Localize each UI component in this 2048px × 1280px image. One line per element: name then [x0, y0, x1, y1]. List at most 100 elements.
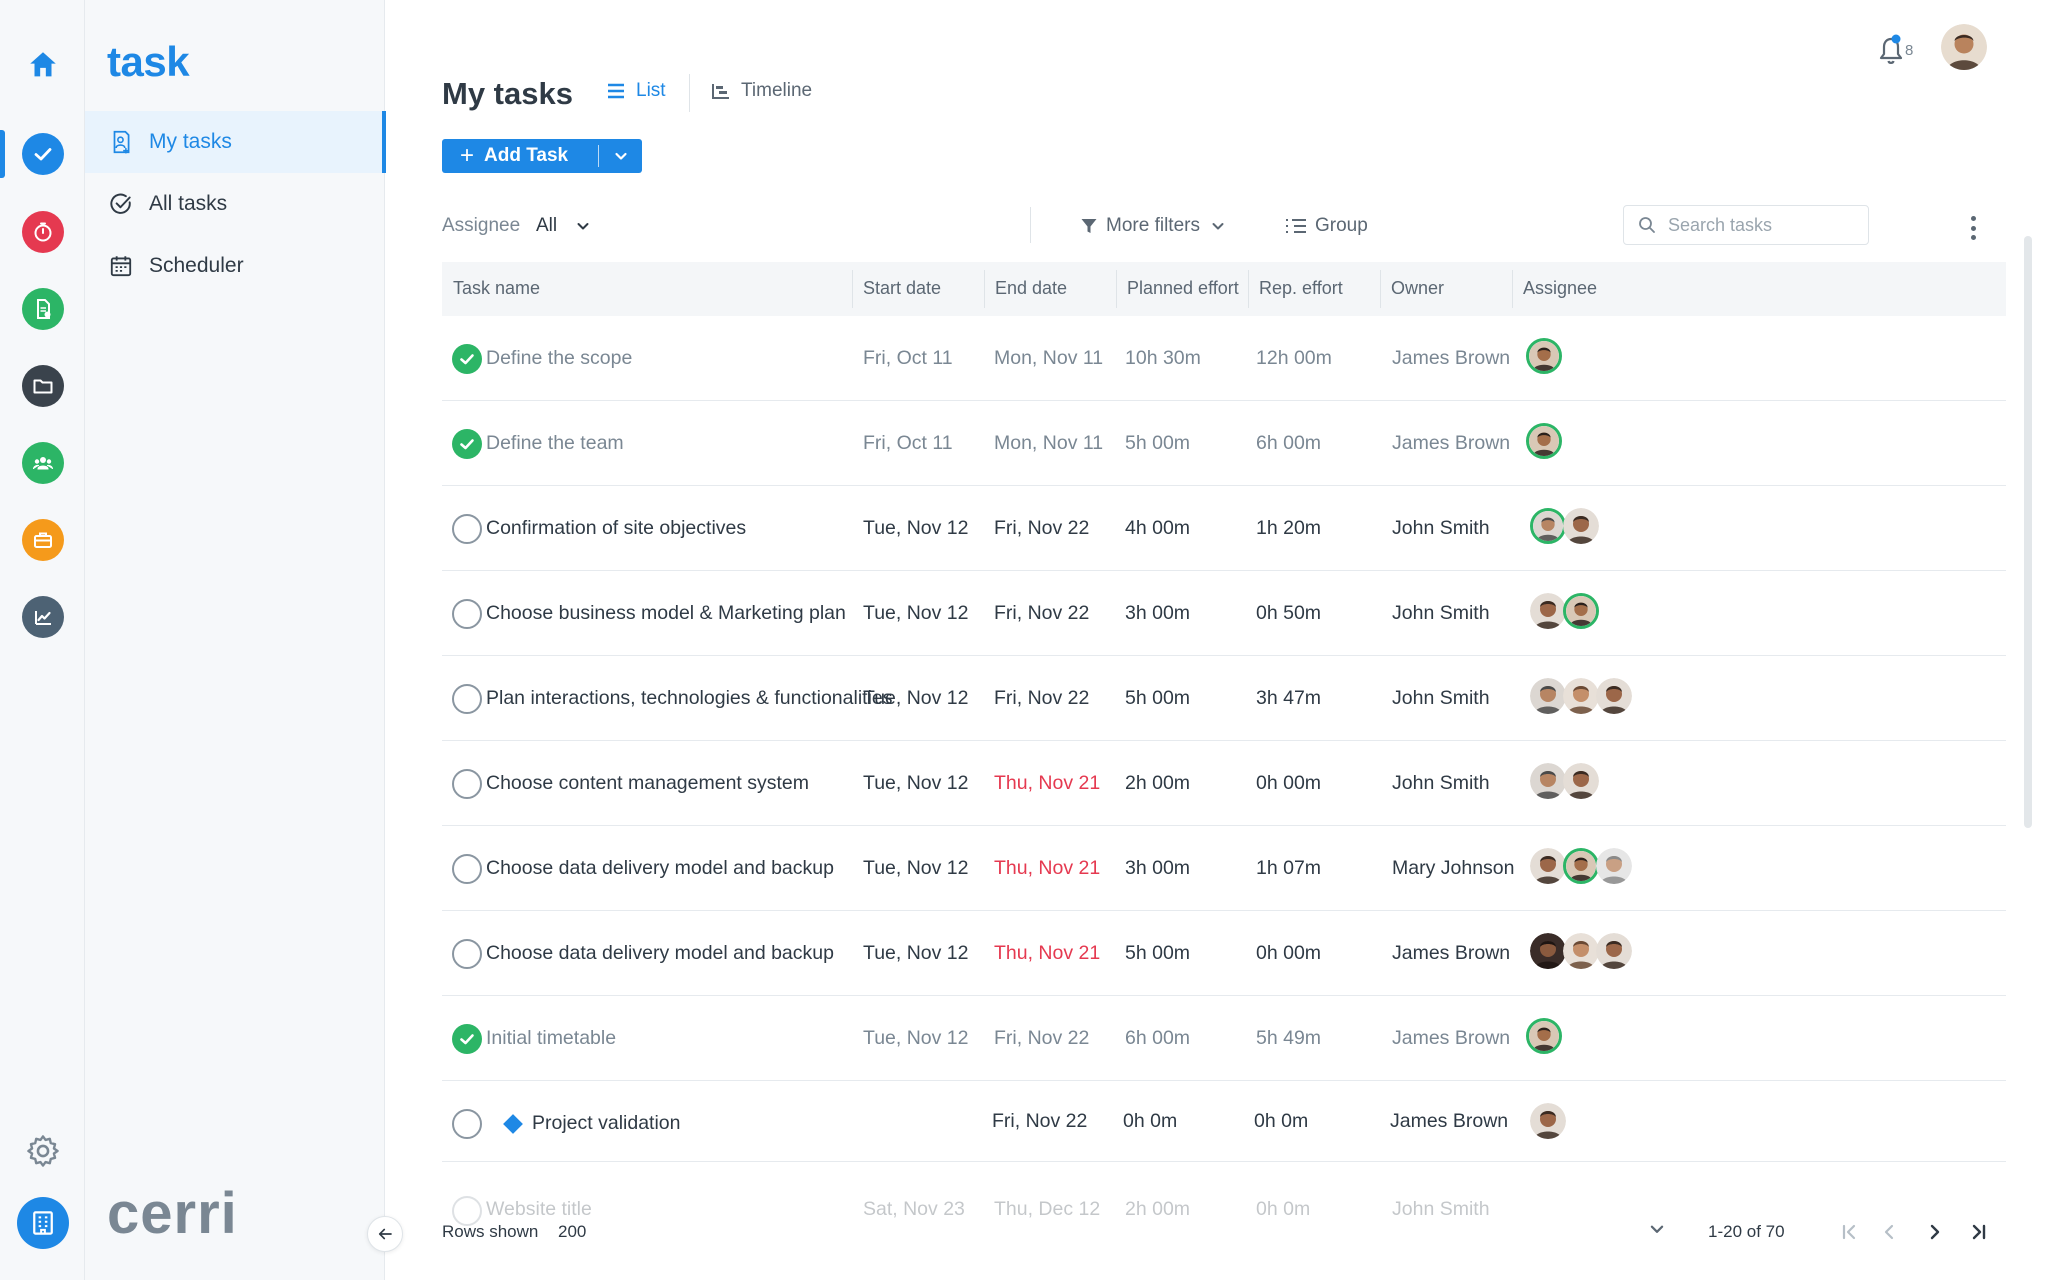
- tasks-check-icon[interactable]: [22, 133, 64, 175]
- task-checkbox[interactable]: [452, 514, 482, 544]
- first-page-button[interactable]: [1835, 1218, 1863, 1246]
- column-header-rep-effort[interactable]: Rep. effort: [1259, 278, 1343, 299]
- add-task-dropdown[interactable]: [599, 148, 642, 164]
- assignee-avatars[interactable]: [1526, 423, 1562, 459]
- task-name[interactable]: Define the scope: [486, 347, 632, 370]
- task-checkbox[interactable]: [452, 599, 482, 629]
- assignee-avatar[interactable]: [1563, 678, 1599, 714]
- column-header-assignee[interactable]: Assignee: [1523, 278, 1597, 299]
- assignee-avatars[interactable]: [1526, 1018, 1562, 1054]
- table-row[interactable]: Choose business model & Marketing plan Tu…: [442, 571, 2006, 656]
- next-page-button[interactable]: [1921, 1218, 1949, 1246]
- assignee-avatars[interactable]: [1530, 933, 1632, 969]
- assignee-avatars[interactable]: [1530, 763, 1599, 799]
- planned-effort: 6h 00m: [1125, 1027, 1191, 1049]
- task-checkbox[interactable]: [452, 1109, 482, 1139]
- task-checkbox[interactable]: [452, 854, 482, 884]
- assignee-avatar[interactable]: [1530, 593, 1566, 629]
- task-name[interactable]: Project validation: [532, 1112, 681, 1135]
- assignee-avatar[interactable]: [1596, 848, 1632, 884]
- assignee-avatar[interactable]: [1563, 933, 1599, 969]
- vertical-scrollbar[interactable]: [2024, 236, 2032, 828]
- task-name[interactable]: Choose data delivery model and backup: [486, 857, 834, 880]
- column-header-start-date[interactable]: Start date: [863, 278, 941, 299]
- chevron-down-icon[interactable]: [1648, 1220, 1666, 1238]
- assignee-avatars[interactable]: [1530, 1103, 1566, 1139]
- table-row[interactable]: Project validation Fri, Nov 22 0h 0m 0h 0m J…: [442, 1081, 2006, 1162]
- task-name[interactable]: Choose data delivery model and backup: [486, 942, 834, 965]
- company-icon[interactable]: [17, 1197, 69, 1249]
- assignee-avatars[interactable]: [1530, 508, 1599, 544]
- table-row[interactable]: Plan interactions, technologies & functi…: [442, 656, 2006, 741]
- add-task-button[interactable]: + Add Task: [442, 139, 642, 173]
- start-date: Tue, Nov 12: [863, 1027, 969, 1049]
- assignee-avatar[interactable]: [1563, 508, 1599, 544]
- task-complete-checkbox[interactable]: [452, 429, 482, 459]
- assignee-avatar[interactable]: [1563, 763, 1599, 799]
- table-row[interactable]: Choose data delivery model and backup Tue…: [442, 826, 2006, 911]
- task-name[interactable]: Define the team: [486, 432, 624, 455]
- more-filters-button[interactable]: More filters: [1080, 215, 1234, 237]
- add-task-main[interactable]: + Add Task: [442, 139, 598, 173]
- sidebar-item-my-tasks[interactable]: My tasks: [85, 111, 386, 173]
- reports-icon[interactable]: [22, 596, 64, 638]
- gear-icon[interactable]: [24, 1132, 62, 1170]
- table-row[interactable]: Define the scope Fri, Oct 11 Mon, Nov 11 10…: [442, 316, 2006, 401]
- assignee-avatars[interactable]: [1530, 848, 1632, 884]
- sidebar-item-all-tasks[interactable]: All tasks: [85, 173, 385, 235]
- column-header-end-date[interactable]: End date: [995, 278, 1067, 299]
- assignee-avatar[interactable]: [1530, 678, 1566, 714]
- assignee-filter-select[interactable]: All: [536, 215, 591, 237]
- assignee-avatars[interactable]: [1530, 678, 1632, 714]
- team-icon[interactable]: [22, 442, 64, 484]
- task-name[interactable]: Choose business model & Marketing plan: [486, 602, 846, 625]
- task-name[interactable]: Plan interactions, technologies & functi…: [486, 687, 893, 710]
- assignee-avatar[interactable]: [1530, 763, 1566, 799]
- assignee-avatar[interactable]: [1530, 1103, 1566, 1139]
- task-checkbox[interactable]: [452, 684, 482, 714]
- assignee-avatar[interactable]: [1526, 423, 1562, 459]
- column-header-planned-effort[interactable]: Planned effort: [1127, 278, 1239, 299]
- table-row[interactable]: Choose content management system Tue, Nov…: [442, 741, 2006, 826]
- home-icon[interactable]: [26, 48, 60, 82]
- task-complete-checkbox[interactable]: [452, 344, 482, 374]
- more-options-icon[interactable]: [1963, 213, 1983, 243]
- table-row[interactable]: Confirmation of site objectives Tue, Nov …: [442, 486, 2006, 571]
- group-button[interactable]: Group: [1285, 215, 1368, 237]
- assignee-avatar[interactable]: [1530, 508, 1566, 544]
- previous-page-button[interactable]: [1875, 1218, 1903, 1246]
- sidebar-item-scheduler[interactable]: Scheduler: [85, 235, 385, 297]
- task-complete-checkbox[interactable]: [452, 1024, 482, 1054]
- assignee-avatar[interactable]: [1596, 678, 1632, 714]
- assignee-avatar[interactable]: [1526, 1018, 1562, 1054]
- task-name[interactable]: Initial timetable: [486, 1027, 616, 1050]
- table-row[interactable]: Initial timetable Tue, Nov 12 Fri, Nov 22 6…: [442, 996, 2006, 1081]
- table-row[interactable]: Define the team Fri, Oct 11 Mon, Nov 11 5h …: [442, 401, 2006, 486]
- column-header-task-name[interactable]: Task name: [453, 278, 540, 299]
- column-divider: [984, 270, 985, 308]
- assignee-avatar[interactable]: [1526, 338, 1562, 374]
- user-avatar[interactable]: [1941, 24, 1987, 70]
- rows-shown-value[interactable]: 200: [558, 1222, 586, 1242]
- assignee-avatar[interactable]: [1530, 848, 1566, 884]
- task-checkbox[interactable]: [452, 769, 482, 799]
- tab-list[interactable]: List: [606, 80, 666, 102]
- assignee-avatar[interactable]: [1563, 848, 1599, 884]
- tab-timeline[interactable]: Timeline: [711, 80, 812, 102]
- briefcase-icon[interactable]: [22, 519, 64, 561]
- document-icon[interactable]: [22, 288, 64, 330]
- task-checkbox[interactable]: [452, 939, 482, 969]
- timer-icon[interactable]: [22, 211, 64, 253]
- column-header-owner[interactable]: Owner: [1391, 278, 1444, 299]
- task-name[interactable]: Confirmation of site objectives: [486, 517, 746, 540]
- last-page-button[interactable]: [1965, 1218, 1993, 1246]
- task-name[interactable]: Choose content management system: [486, 772, 809, 795]
- table-row[interactable]: Choose data delivery model and backup Tue…: [442, 911, 2006, 996]
- search-input[interactable]: [1668, 214, 1858, 236]
- assignee-avatar[interactable]: [1563, 593, 1599, 629]
- folder-icon[interactable]: [22, 365, 64, 407]
- assignee-avatars[interactable]: [1526, 338, 1562, 374]
- assignee-avatar[interactable]: [1596, 933, 1632, 969]
- assignee-avatars[interactable]: [1530, 593, 1599, 629]
- assignee-avatar[interactable]: [1530, 933, 1566, 969]
